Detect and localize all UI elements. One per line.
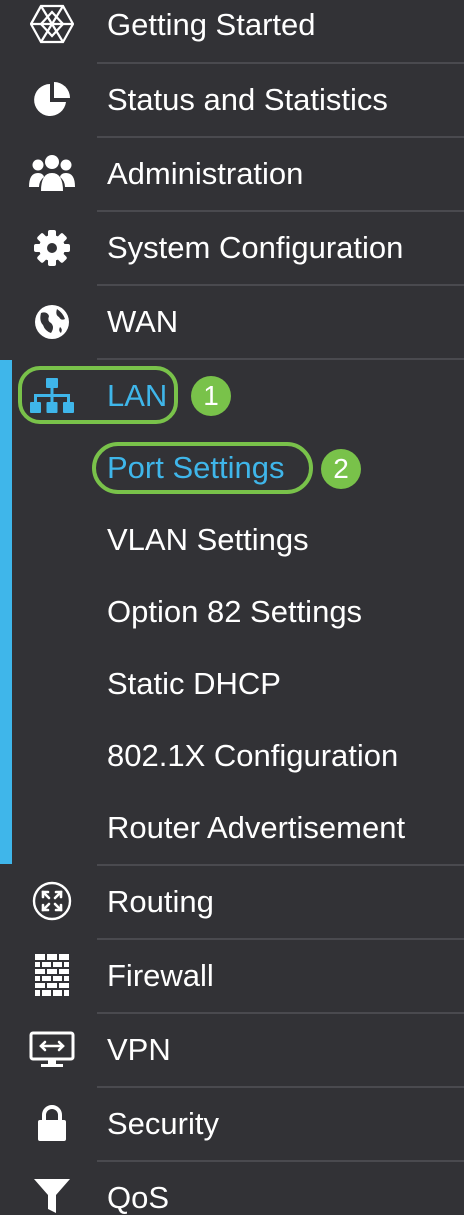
step-badge-1: 1 [191,376,231,416]
menu-label-getting-started: Getting Started [107,7,316,42]
globe-icon [28,302,76,342]
active-section-indicator [0,360,12,864]
submenu-vlan-settings[interactable]: VLAN Settings [107,524,309,555]
menu-label-vpn: VPN [107,1032,171,1067]
menu-item-firewall[interactable]: Firewall [0,940,464,1012]
submenu-option82-settings[interactable]: Option 82 Settings [107,596,362,627]
menu-label-firewall: Firewall [107,958,214,993]
menu-item-administration[interactable]: Administration [0,138,464,210]
menu-label-routing: Routing [107,884,214,919]
menu-label-system-configuration: System Configuration [107,230,404,265]
menu-item-qos[interactable]: QoS [0,1162,464,1215]
menu-item-security[interactable]: Security [0,1088,464,1160]
globe-wireframe-icon [28,4,76,44]
menu-label-security: Security [107,1106,219,1141]
menu-item-vpn[interactable]: VPN [0,1014,464,1086]
vpn-monitor-icon [28,1030,76,1070]
menu-item-wan[interactable]: WAN [0,286,464,358]
users-icon [28,152,76,194]
filter-icon [28,1179,76,1213]
menu-label-status-statistics: Status and Statistics [107,82,388,117]
firewall-icon [28,953,76,997]
callout-outline-port-settings [92,442,313,494]
routing-icon [28,880,76,922]
sidebar-nav: Getting Started Status and Statistics Ad… [0,0,464,1215]
pie-chart-icon [28,80,76,120]
menu-label-administration: Administration [107,156,304,191]
lock-icon [28,1102,76,1144]
menu-label-wan: WAN [107,304,179,339]
menu-item-routing[interactable]: Routing [0,866,464,938]
menu-item-system-configuration[interactable]: System Configuration [0,212,464,284]
submenu-router-advertisement[interactable]: Router Advertisement [107,812,405,843]
gear-icon [28,228,76,268]
submenu-8021x-configuration[interactable]: 802.1X Configuration [107,740,398,771]
callout-outline-lan [18,366,178,424]
menu-item-status-statistics[interactable]: Status and Statistics [0,64,464,136]
step-badge-2: 2 [321,449,361,489]
submenu-static-dhcp[interactable]: Static DHCP [107,668,281,699]
menu-item-getting-started[interactable]: Getting Started [0,0,464,62]
menu-label-qos: QoS [107,1180,170,1215]
